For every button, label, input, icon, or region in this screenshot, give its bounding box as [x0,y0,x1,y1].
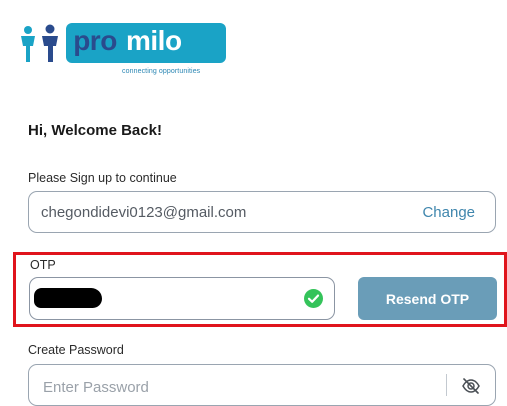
promilo-logo: pro milo connecting opportunities [18,18,226,80]
check-circle-icon [304,289,323,308]
password-input[interactable] [41,375,445,399]
signup-label: Please Sign up to continue [28,171,177,185]
email-field[interactable]: chegondidevi0123@gmail.com Change [28,191,496,233]
eye-slash-icon[interactable] [461,376,481,396]
logo-text-pro: pro [73,25,117,56]
logo-tagline: connecting opportunities [122,68,201,75]
logo-text-milo: milo [126,25,182,56]
field-divider [446,374,447,396]
password-field[interactable] [28,364,496,406]
welcome-heading: Hi, Welcome Back! [28,122,162,139]
email-value: chegondidevi0123@gmail.com [41,204,247,221]
resend-otp-button[interactable]: Resend OTP [358,277,497,320]
otp-field[interactable] [29,277,335,320]
otp-redacted-value [34,288,102,308]
create-password-label: Create Password [28,343,124,357]
otp-label: OTP [30,258,56,272]
change-email-link[interactable]: Change [422,204,475,221]
people-logo-icon [21,24,58,62]
